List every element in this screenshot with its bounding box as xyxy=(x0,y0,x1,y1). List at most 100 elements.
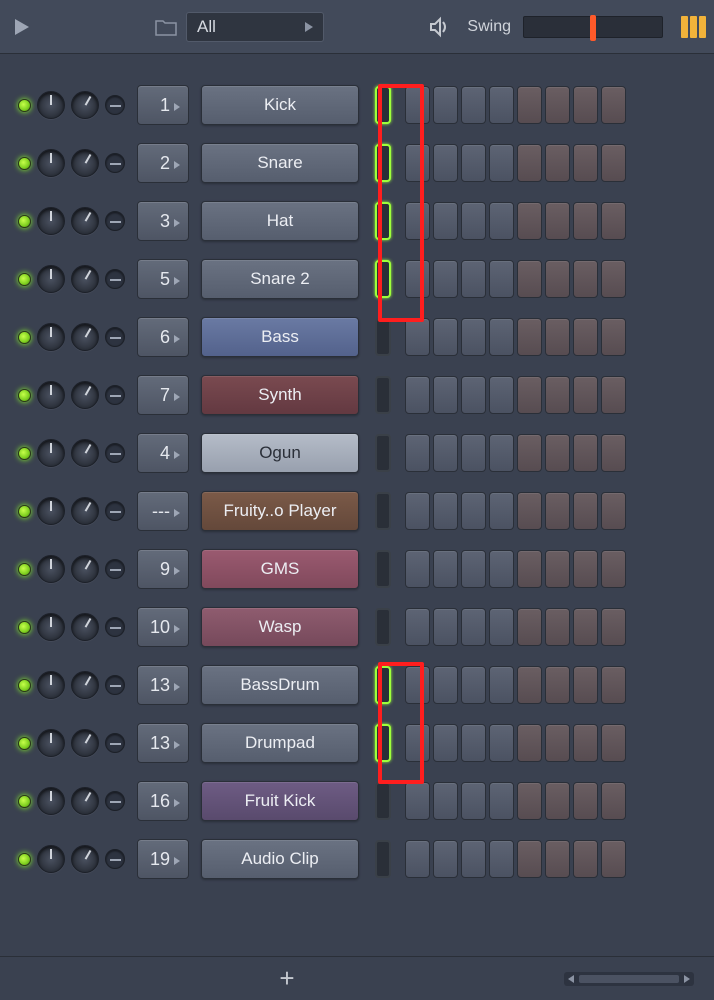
mixer-track-selector[interactable]: 13 xyxy=(137,723,189,763)
scroll-left-icon[interactable] xyxy=(566,974,576,984)
step-button[interactable] xyxy=(433,550,458,588)
pan-knob[interactable] xyxy=(37,439,65,467)
pan-knob[interactable] xyxy=(37,207,65,235)
step-button[interactable] xyxy=(545,666,570,704)
step-button[interactable] xyxy=(433,724,458,762)
solo-button[interactable] xyxy=(105,617,125,637)
channel-button[interactable]: Wasp xyxy=(201,607,359,647)
step-button[interactable] xyxy=(433,144,458,182)
solo-button[interactable] xyxy=(105,675,125,695)
mute-led[interactable] xyxy=(18,853,31,866)
mixer-track-selector[interactable]: 7 xyxy=(137,375,189,415)
step-button[interactable] xyxy=(573,86,598,124)
mute-led[interactable] xyxy=(18,679,31,692)
step-button[interactable] xyxy=(405,724,430,762)
volume-knob[interactable] xyxy=(71,613,99,641)
solo-button[interactable] xyxy=(105,385,125,405)
channel-button[interactable]: Synth xyxy=(201,375,359,415)
step-button[interactable] xyxy=(433,376,458,414)
step-button[interactable] xyxy=(461,782,486,820)
channel-selector[interactable] xyxy=(375,318,391,356)
step-button[interactable] xyxy=(461,492,486,530)
step-button[interactable] xyxy=(517,608,542,646)
channel-selector[interactable] xyxy=(375,550,391,588)
step-button[interactable] xyxy=(433,840,458,878)
step-button[interactable] xyxy=(545,840,570,878)
step-button[interactable] xyxy=(461,318,486,356)
step-button[interactable] xyxy=(601,202,626,240)
step-button[interactable] xyxy=(489,260,514,298)
step-button[interactable] xyxy=(489,202,514,240)
scroll-right-icon[interactable] xyxy=(682,974,692,984)
channel-selector[interactable] xyxy=(375,202,391,240)
channel-button[interactable]: GMS xyxy=(201,549,359,589)
mixer-track-selector[interactable]: 10 xyxy=(137,607,189,647)
step-button[interactable] xyxy=(573,608,598,646)
step-button[interactable] xyxy=(517,666,542,704)
channel-filter-dropdown[interactable]: All xyxy=(186,12,324,42)
step-button[interactable] xyxy=(601,260,626,298)
volume-knob[interactable] xyxy=(71,91,99,119)
step-button[interactable] xyxy=(601,724,626,762)
channel-button[interactable]: Bass xyxy=(201,317,359,357)
step-button[interactable] xyxy=(433,260,458,298)
step-button[interactable] xyxy=(489,376,514,414)
step-button[interactable] xyxy=(573,550,598,588)
step-button[interactable] xyxy=(489,492,514,530)
step-button[interactable] xyxy=(517,840,542,878)
step-button[interactable] xyxy=(601,840,626,878)
channel-selector[interactable] xyxy=(375,666,391,704)
mute-led[interactable] xyxy=(18,505,31,518)
swing-slider[interactable] xyxy=(523,16,663,38)
step-button[interactable] xyxy=(601,782,626,820)
solo-button[interactable] xyxy=(105,849,125,869)
channel-selector[interactable] xyxy=(375,724,391,762)
mute-led[interactable] xyxy=(18,447,31,460)
step-button[interactable] xyxy=(489,144,514,182)
solo-button[interactable] xyxy=(105,501,125,521)
mute-led[interactable] xyxy=(18,99,31,112)
pan-knob[interactable] xyxy=(37,91,65,119)
step-button[interactable] xyxy=(517,550,542,588)
step-button[interactable] xyxy=(461,666,486,704)
step-button[interactable] xyxy=(461,260,486,298)
mixer-track-selector[interactable]: --- xyxy=(137,491,189,531)
step-button[interactable] xyxy=(601,318,626,356)
step-button[interactable] xyxy=(545,608,570,646)
mute-led[interactable] xyxy=(18,563,31,576)
pan-knob[interactable] xyxy=(37,845,65,873)
channel-button[interactable]: Ogun xyxy=(201,433,359,473)
step-button[interactable] xyxy=(517,144,542,182)
step-button[interactable] xyxy=(517,86,542,124)
step-button[interactable] xyxy=(601,86,626,124)
pan-knob[interactable] xyxy=(37,555,65,583)
mute-led[interactable] xyxy=(18,331,31,344)
scrollbar-thumb[interactable] xyxy=(579,975,679,983)
step-button[interactable] xyxy=(405,376,430,414)
mute-led[interactable] xyxy=(18,795,31,808)
step-button[interactable] xyxy=(489,724,514,762)
channel-selector[interactable] xyxy=(375,608,391,646)
pan-knob[interactable] xyxy=(37,787,65,815)
step-button[interactable] xyxy=(405,202,430,240)
channel-button[interactable]: Snare 2 xyxy=(201,259,359,299)
step-button[interactable] xyxy=(573,376,598,414)
step-button[interactable] xyxy=(545,782,570,820)
mixer-track-selector[interactable]: 3 xyxy=(137,201,189,241)
mute-led[interactable] xyxy=(18,737,31,750)
step-button[interactable] xyxy=(433,434,458,472)
pan-knob[interactable] xyxy=(37,671,65,699)
volume-knob[interactable] xyxy=(71,265,99,293)
step-button[interactable] xyxy=(573,434,598,472)
mixer-track-selector[interactable]: 2 xyxy=(137,143,189,183)
solo-button[interactable] xyxy=(105,95,125,115)
channel-button[interactable]: Snare xyxy=(201,143,359,183)
step-button[interactable] xyxy=(405,840,430,878)
volume-knob[interactable] xyxy=(71,323,99,351)
step-button[interactable] xyxy=(601,144,626,182)
step-button[interactable] xyxy=(601,434,626,472)
channel-button[interactable]: Audio Clip xyxy=(201,839,359,879)
step-button[interactable] xyxy=(545,434,570,472)
step-button[interactable] xyxy=(573,724,598,762)
pan-knob[interactable] xyxy=(37,149,65,177)
